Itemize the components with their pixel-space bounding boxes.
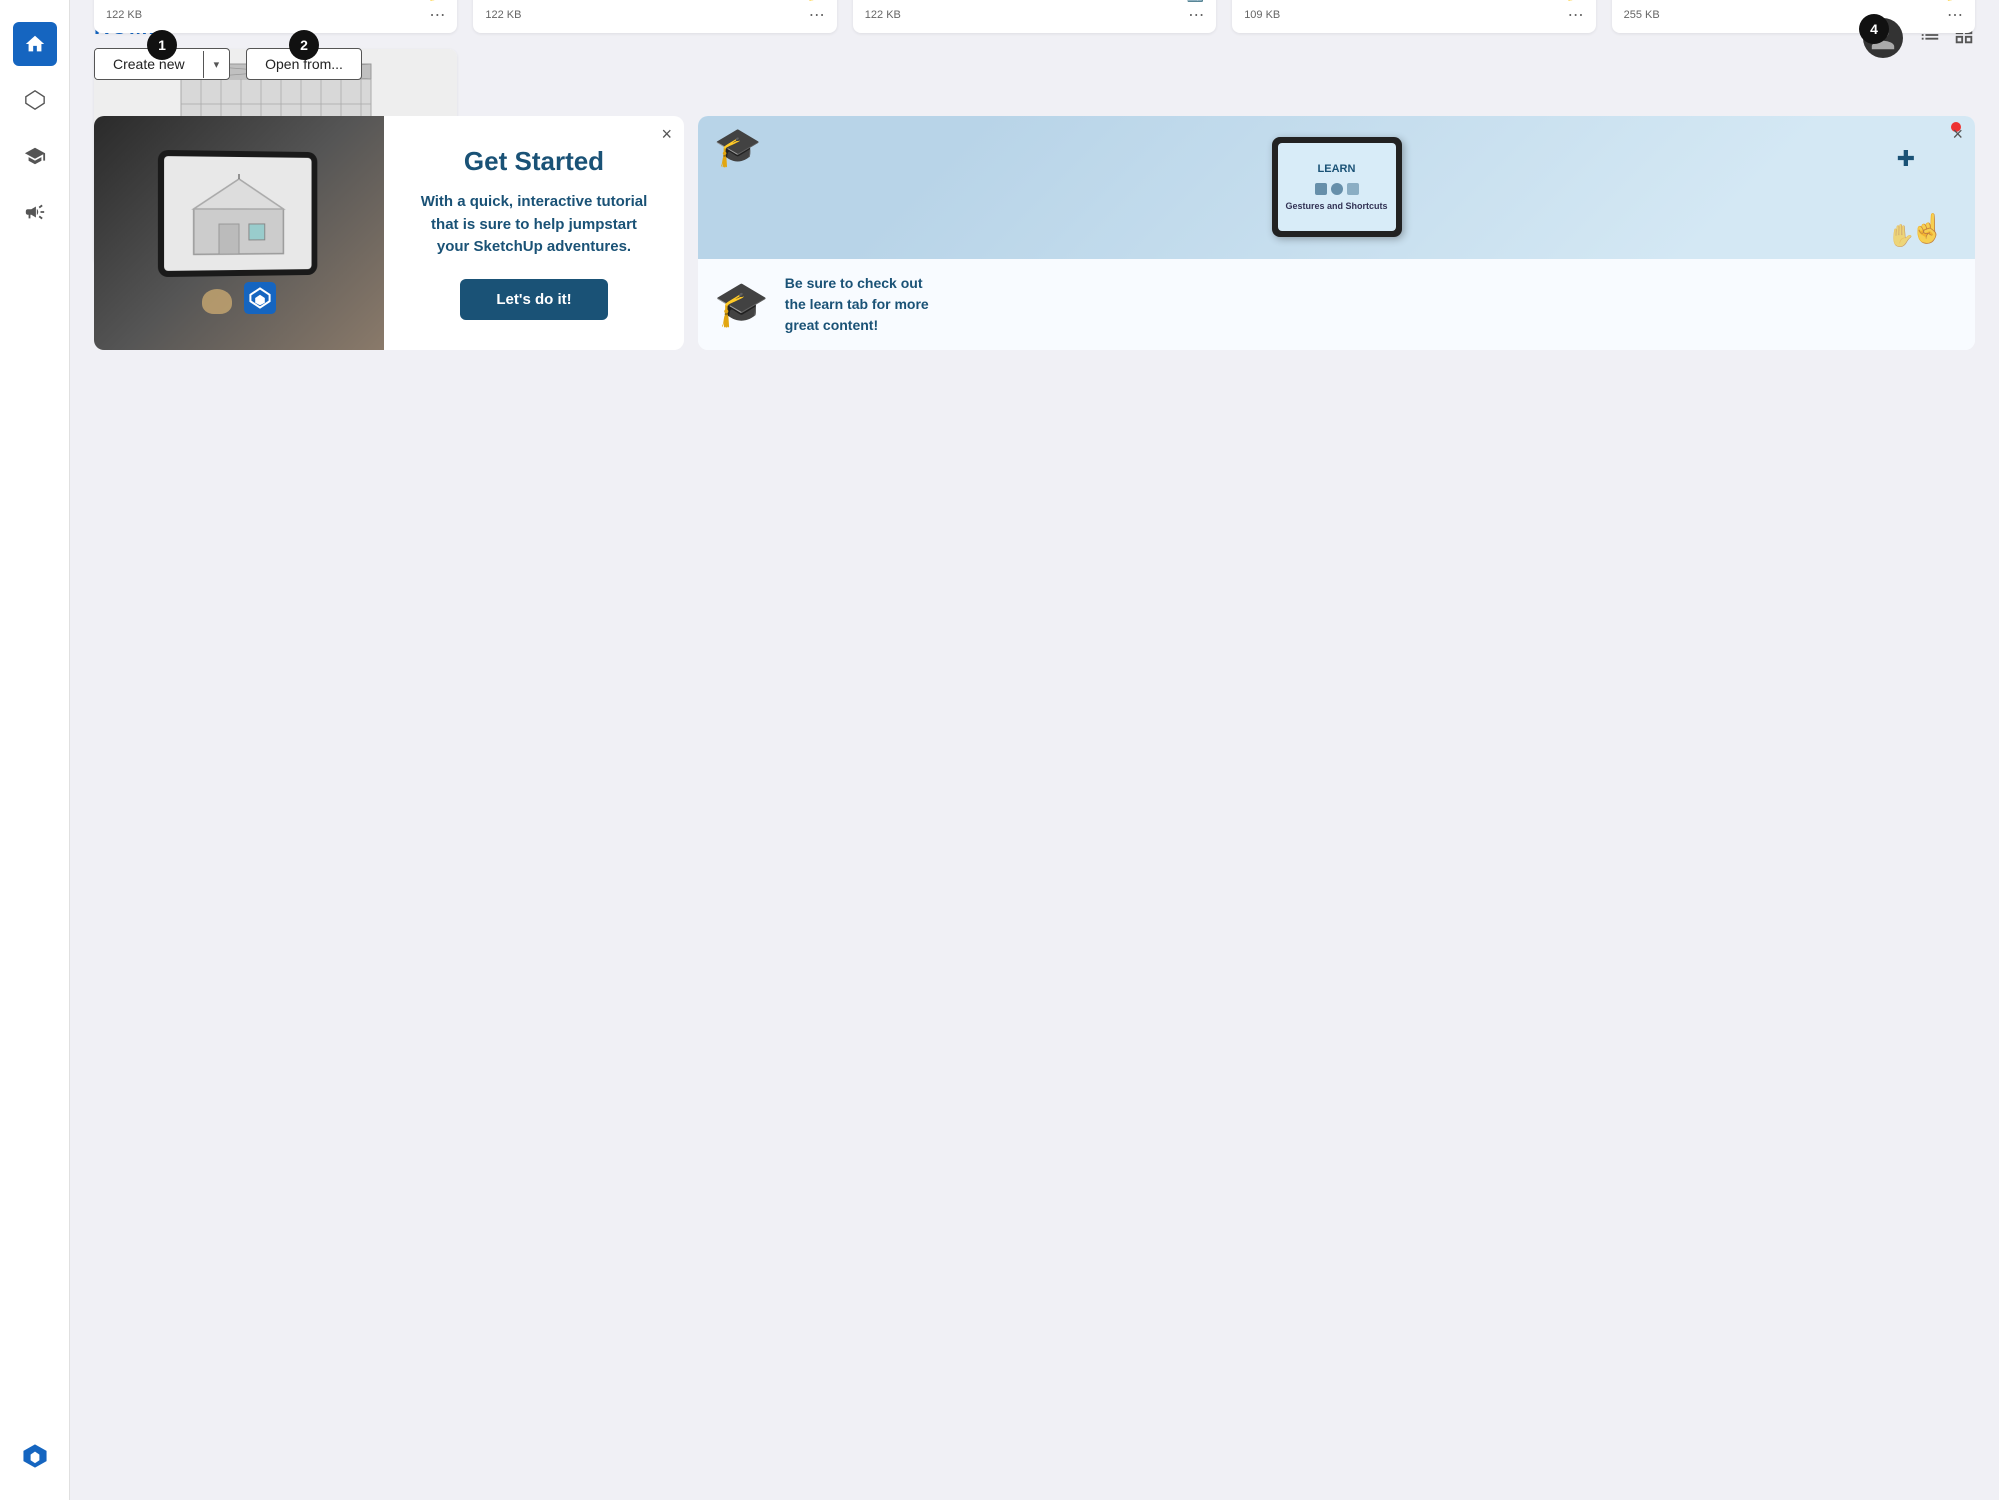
file-meta-1: Last Modified: 4/7/22, 8:34 PM 📁 [485, 0, 824, 3]
file-size-3: 109 KB [1244, 9, 1280, 21]
main-content: HOME 1 Create new ▾ 2 Open from... [70, 0, 1999, 1500]
grad-cap-icon: 🎓 [714, 126, 761, 170]
get-started-banner: Get Started With a quick, interactive tu… [94, 116, 684, 350]
banner-close-button[interactable]: × [661, 124, 672, 145]
file-size-row-3: 109 KB ⋯ [1244, 5, 1583, 25]
learn-banner-image: 🎓 LEARN Gestures and Short [698, 116, 1975, 259]
learn-banner-text: 🎓 Be sure to check out the learn tab for… [698, 259, 1975, 350]
learn-banner-close[interactable]: × [1952, 124, 1963, 145]
file-more-1[interactable]: ⋯ [809, 5, 825, 25]
file-more-0[interactable]: ⋯ [429, 5, 445, 25]
file-size-2: 122 KB [865, 9, 901, 21]
file-meta-2: Last Modified: 4/4/22, 1:33 PM 🔄 [865, 0, 1204, 3]
file-info-0: Untitled copy.skp Last Modified: 4/7/22,… [94, 0, 457, 33]
file-meta-4: Last Modified: 3/25/22, 5:22 PM 📁 [1624, 0, 1963, 3]
file-card-2[interactable]: Untitled.skp Last Modified: 4/4/22, 1:33… [853, 0, 1216, 33]
file-more-3[interactable]: ⋯ [1568, 5, 1584, 25]
learn-tab-banner: 🎓 LEARN Gestures and Short [698, 116, 1975, 350]
file-more-2[interactable]: ⋯ [1188, 5, 1204, 25]
file-card-3[interactable]: Untitled.skp Last Modified: 4/7/22, 8:03… [1232, 0, 1595, 33]
step-badge-4: 4 [1859, 14, 1889, 44]
sync-icon-2: 🔄 [1187, 0, 1204, 3]
file-size-4: 255 KB [1624, 9, 1660, 21]
file-size-row-0: 122 KB ⋯ [106, 5, 445, 25]
file-meta-3: Last Modified: 4/7/22, 8:03 PM 📁 [1244, 0, 1583, 3]
file-info-4: SketchUp Logo.skp Last Modified: 3/25/22… [1612, 0, 1975, 33]
file-size-row-1: 122 KB ⋯ [485, 5, 824, 25]
file-card-4[interactable]: SketchUp Logo.skp Last Modified: 3/25/22… [1612, 0, 1975, 33]
file-info-3: Untitled.skp Last Modified: 4/7/22, 8:03… [1232, 0, 1595, 33]
file-size-0: 122 KB [106, 9, 142, 21]
file-size-1: 122 KB [485, 9, 521, 21]
banner-title: Get Started [464, 146, 604, 177]
file-info-1: Untitled copy.skp Last Modified: 4/7/22,… [473, 0, 836, 33]
file-card-1[interactable]: Untitled copy.skp Last Modified: 4/7/22,… [473, 0, 836, 33]
learn-grad-icon: 🎓 [714, 278, 769, 330]
sidebar-item-announce[interactable] [13, 190, 57, 234]
files-grid-row1: Untitled copy.skp Last Modified: 4/7/22,… [94, 0, 1975, 33]
banner-text-content: Get Started With a quick, interactive tu… [384, 116, 684, 350]
folder-icon-1[interactable]: 📁 [807, 0, 824, 3]
sidebar [0, 0, 70, 1500]
folder-icon-4[interactable]: 📁 [1946, 0, 1963, 3]
banners-section: Get Started With a quick, interactive tu… [94, 116, 1975, 350]
lets-do-it-button[interactable]: Let's do it! [460, 279, 607, 320]
create-new-dropdown[interactable]: ▾ [203, 51, 230, 78]
file-meta-0: Last Modified: 4/7/22, 8:34 PM 📁 [106, 0, 445, 3]
file-size-row-2: 122 KB ⋯ [865, 5, 1204, 25]
folder-icon-0[interactable]: 📁 [428, 0, 445, 3]
sidebar-bottom [13, 1428, 57, 1484]
banner-description: With a quick, interactive tutorial that … [421, 191, 648, 259]
file-info-2: Untitled.skp Last Modified: 4/4/22, 1:33… [853, 0, 1216, 33]
learn-banner-description: Be sure to check out the learn tab for m… [785, 273, 929, 336]
banner-image [94, 116, 384, 350]
file-more-4[interactable]: ⋯ [1947, 5, 1963, 25]
step-badge-2: 2 [289, 30, 319, 60]
folder-icon-3[interactable]: 📁 [1566, 0, 1583, 3]
sidebar-item-learn[interactable] [13, 134, 57, 178]
file-size-row-4: 255 KB ⋯ [1624, 5, 1963, 25]
sidebar-item-home[interactable] [13, 22, 57, 66]
step-badge-1: 1 [147, 30, 177, 60]
file-card-0[interactable]: Untitled copy.skp Last Modified: 4/7/22,… [94, 0, 457, 33]
sidebar-item-sketchup[interactable] [13, 1434, 57, 1478]
sidebar-item-shapes[interactable] [13, 78, 57, 122]
